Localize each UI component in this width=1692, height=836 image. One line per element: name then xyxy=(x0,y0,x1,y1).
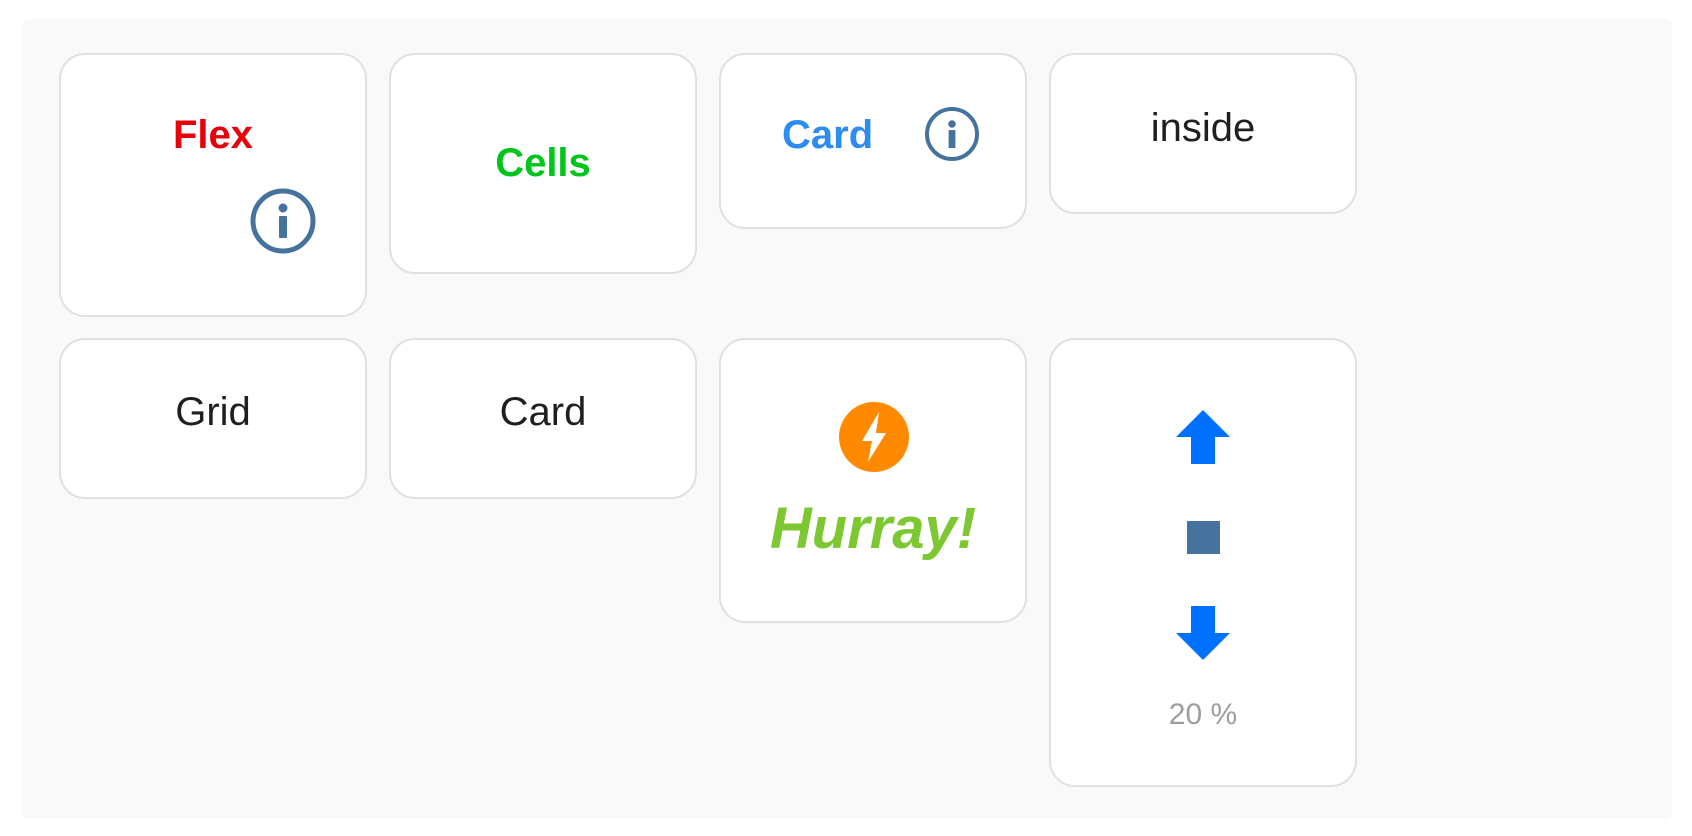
card-card-plain-label: Card xyxy=(499,390,587,434)
card-inside[interactable]: inside xyxy=(1049,53,1357,214)
lightning-icon xyxy=(839,402,909,472)
card-card-info-label: Card xyxy=(782,113,874,157)
card-hurray[interactable]: Hurray! xyxy=(719,338,1027,623)
card-grid[interactable]: Grid xyxy=(59,338,367,499)
info-icon[interactable] xyxy=(924,106,980,162)
card-cells-label: Cells xyxy=(495,141,591,185)
card-inside-label: inside xyxy=(1150,106,1256,150)
card-flex-label: Flex xyxy=(172,113,254,157)
card-flex[interactable]: Flex xyxy=(59,53,367,317)
card-grid-label: Grid xyxy=(175,390,251,434)
card-hurray-label: Hurray! xyxy=(769,496,977,561)
card-controls[interactable]: 20 % xyxy=(1049,338,1357,787)
stop-square-icon[interactable] xyxy=(1187,521,1220,554)
info-icon[interactable] xyxy=(249,187,317,255)
arrow-down-icon[interactable] xyxy=(1176,606,1230,660)
card-card-info[interactable]: Card xyxy=(719,53,1027,229)
card-cells[interactable]: Cells xyxy=(389,53,697,274)
arrow-up-icon[interactable] xyxy=(1176,410,1230,464)
controls-value-text: 20 % xyxy=(1168,698,1238,731)
card-card-plain[interactable]: Card xyxy=(389,338,697,499)
